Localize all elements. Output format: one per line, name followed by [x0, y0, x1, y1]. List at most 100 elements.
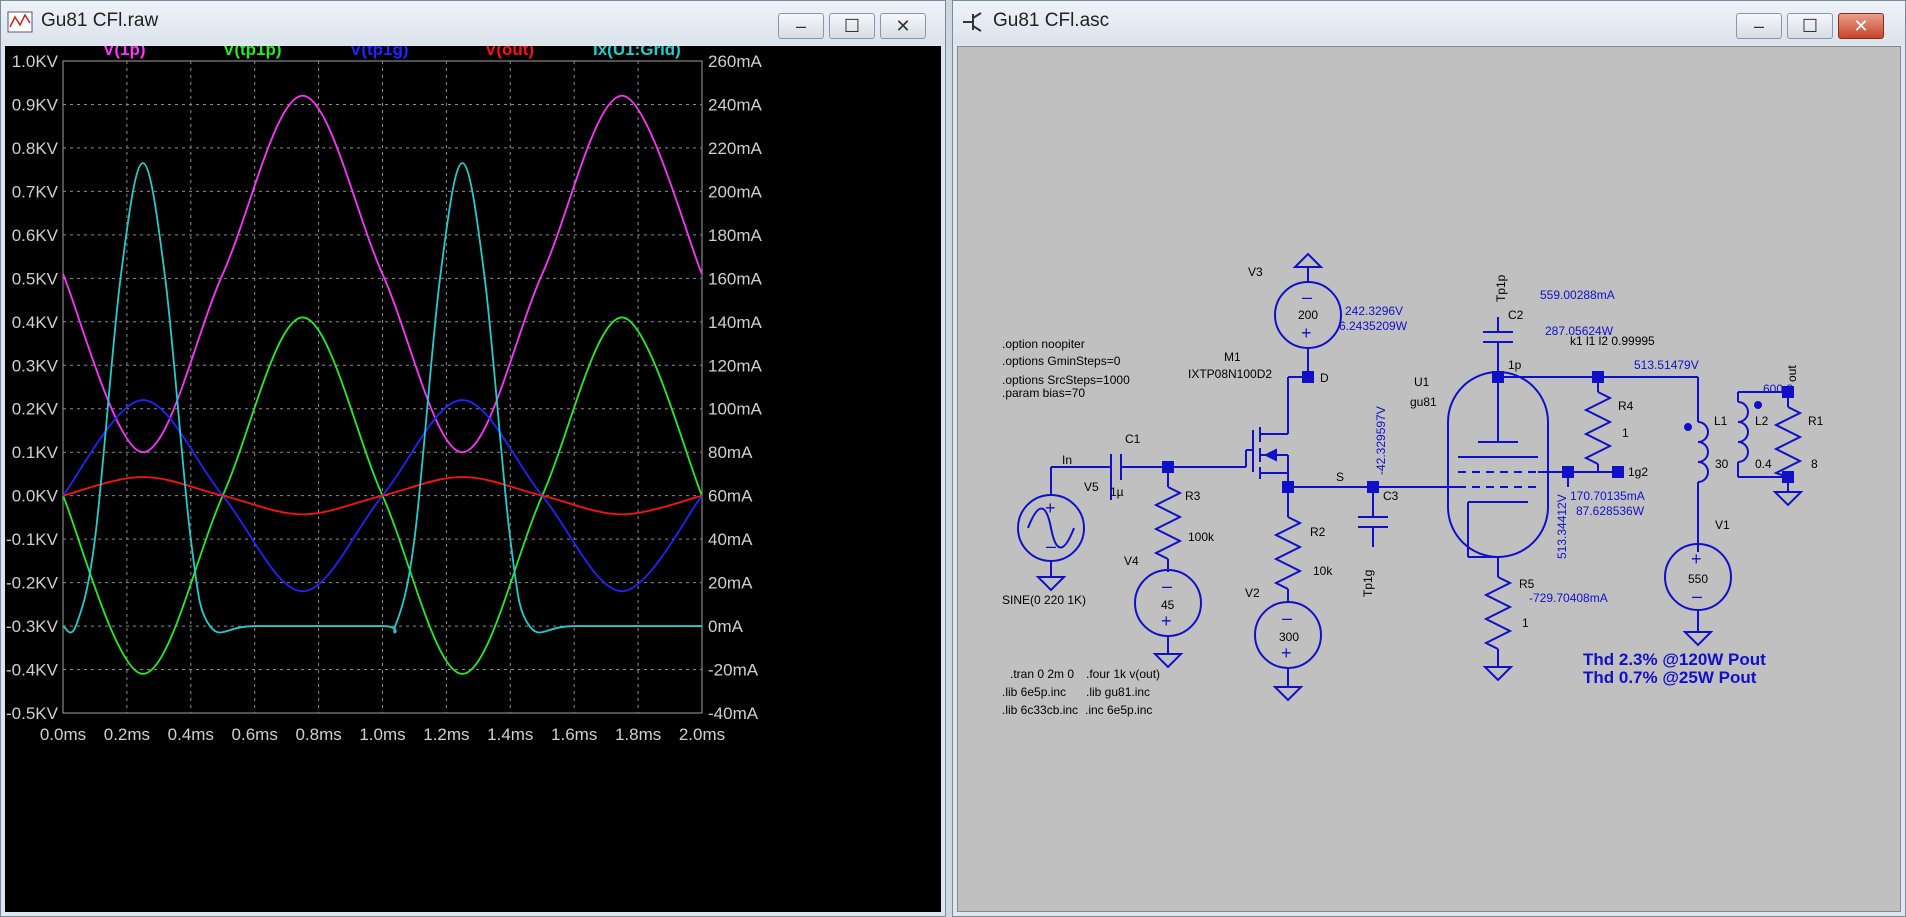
v4-value: 45 — [1161, 598, 1175, 612]
y-left-tick-label: 0.1KV — [12, 443, 59, 462]
y-right-tick-label: 80mA — [708, 443, 753, 462]
op-power: 287.05624W — [1545, 324, 1614, 338]
l1-label: L1 — [1714, 414, 1728, 428]
directive-line: .param bias=70 — [1002, 386, 1085, 400]
legend-entry-v-1p[interactable]: V(1p) — [103, 46, 146, 59]
legend-entry-ix-u1-grid[interactable]: Ix(U1:Grid) — [593, 46, 681, 59]
v3-label: V3 — [1248, 265, 1263, 279]
x-tick-label: 0.2ms — [104, 725, 150, 744]
waveform-plot-pane[interactable]: 0.0ms 0.2ms 0.4ms 0.6ms 0.8ms 1.0ms 1.2ms 1.4ms… — [5, 46, 941, 912]
op-current: 559.00288mA — [1540, 288, 1615, 302]
sim-command: .tran 0 2m 0 — [1010, 667, 1074, 681]
ground-icon — [1682, 631, 1714, 647]
net-1p-label: 1p — [1508, 358, 1522, 372]
op-power: 87.628536W — [1576, 504, 1645, 518]
y-left-tick-label: -0.4KV — [6, 661, 59, 680]
y-right-tick-label: 60mA — [708, 487, 753, 506]
legend-entry-v-out[interactable]: V(out) — [485, 46, 534, 59]
maximize-button[interactable]: ☐ — [829, 13, 875, 39]
ground-icon — [1772, 491, 1804, 507]
y-left-tick-label: -0.1KV — [6, 530, 59, 549]
schematic-app-icon — [963, 12, 982, 32]
directive-line: .option noopiter — [1002, 337, 1085, 351]
v1-value: 550 — [1688, 572, 1708, 586]
svg-text:+: + — [1161, 611, 1172, 631]
x-tick-label: 1.8ms — [615, 725, 661, 744]
c1-value: 1µ — [1110, 485, 1124, 499]
y-right-tick-label: 20mA — [708, 574, 753, 593]
r1-resistor[interactable] — [1773, 406, 1803, 478]
l2-inductor[interactable] — [1737, 401, 1749, 463]
r3-label: R3 — [1185, 489, 1201, 503]
m1-label: M1 — [1224, 350, 1241, 364]
x-tick-label: 1.0ms — [359, 725, 405, 744]
r3-value: 100k — [1188, 530, 1215, 544]
x-tick-label: 0.8ms — [295, 725, 341, 744]
drain-label: D — [1320, 371, 1329, 385]
close-button[interactable]: ✕ — [880, 13, 926, 39]
tp1p-label: Tp1p — [1494, 274, 1508, 302]
r2-resistor[interactable] — [1273, 516, 1303, 590]
l1-inductor[interactable] — [1697, 421, 1709, 483]
x-tick-label: 2.0ms — [679, 725, 725, 744]
thd-note: Thd 2.3% @120W Pout — [1583, 650, 1766, 669]
x-tick-label: 0.6ms — [232, 725, 278, 744]
r5-resistor[interactable] — [1483, 576, 1513, 650]
y-right-tick-label: 240mA — [708, 95, 763, 114]
op-current: -729.70408mA — [1529, 591, 1608, 605]
tp1g-label: Tp1g — [1361, 570, 1375, 597]
v4-label: V4 — [1124, 554, 1139, 568]
y-left-tick-label: 0.0KV — [12, 487, 59, 506]
v2-value: 300 — [1279, 630, 1299, 644]
waveform-titlebar[interactable]: Gu81 CFl.raw – ☐ ✕ — [1, 1, 945, 44]
l2-label: L2 — [1755, 414, 1769, 428]
x-tick-label: 1.6ms — [551, 725, 597, 744]
u1-model: gu81 — [1410, 395, 1437, 409]
y-left-tick-label: -0.2KV — [6, 574, 59, 593]
y-left-tick-label: 0.2KV — [12, 400, 59, 419]
v3-value: 200 — [1298, 308, 1318, 322]
source-label: S — [1336, 470, 1344, 484]
turns-ratio: 600:8 — [1763, 382, 1793, 396]
waveform-chart[interactable]: 0.0ms 0.2ms 0.4ms 0.6ms 0.8ms 1.0ms 1.2ms 1.4ms… — [5, 46, 943, 914]
maximize-button[interactable]: ☐ — [1787, 13, 1833, 39]
r1-label: R1 — [1808, 414, 1824, 428]
minimize-button[interactable]: – — [778, 13, 824, 39]
r3-resistor[interactable] — [1153, 486, 1183, 560]
svg-text:–: – — [1282, 608, 1292, 628]
v1-label: V1 — [1715, 518, 1730, 532]
y-right-tick-label: 180mA — [708, 226, 763, 245]
svg-text:+: + — [1281, 643, 1292, 663]
waveform-window-title: Gu81 CFl.raw — [41, 10, 159, 31]
minimize-button[interactable]: – — [1736, 13, 1782, 39]
y-right-tick-label: 40mA — [708, 530, 753, 549]
y-right-tick-label: 160mA — [708, 269, 763, 288]
r4-resistor[interactable] — [1583, 391, 1613, 465]
svg-text:–: – — [1046, 536, 1056, 556]
r5-value: 1 — [1522, 616, 1529, 630]
ground-icon — [1152, 653, 1184, 669]
legend-entry-v-tp1g[interactable]: V(tp1g) — [350, 46, 409, 59]
schematic-window-title: Gu81 CFl.asc — [993, 10, 1110, 31]
close-icon: ✕ — [895, 15, 911, 36]
net-1g2-label: 1g2 — [1628, 465, 1648, 479]
r5-label: R5 — [1519, 577, 1535, 591]
svg-text:–: – — [1162, 576, 1172, 596]
op-voltage: 242.3296V — [1345, 304, 1403, 318]
y-right-tick-label: -40mA — [708, 704, 759, 723]
y-right-tick-label: 0mA — [708, 617, 744, 636]
op-power: 6.2435209W — [1339, 319, 1408, 333]
maximize-icon: ☐ — [1801, 15, 1819, 36]
schematic-canvas[interactable]: + – – + – + – + + – .option noopiter .options… — [957, 46, 1901, 912]
schematic-drawing[interactable]: + – – + – + – + + – .option noopiter .options… — [958, 47, 1902, 913]
y-right-tick-label: 260mA — [708, 52, 763, 71]
x-tick-label: 0.4ms — [168, 725, 214, 744]
close-button[interactable]: ✕ — [1838, 13, 1884, 39]
schematic-window: Gu81 CFl.asc – ☐ ✕ + – – + – + – + + – .… — [952, 0, 1906, 917]
svg-text:–: – — [1302, 287, 1312, 307]
legend-entry-v-tp1p[interactable]: V(tp1p) — [223, 46, 282, 59]
r2-value: 10k — [1313, 564, 1333, 578]
svg-text:+: + — [1301, 323, 1312, 343]
schematic-titlebar[interactable]: Gu81 CFl.asc – ☐ ✕ — [953, 1, 1905, 44]
y-left-tick-label: 1.0KV — [12, 52, 59, 71]
